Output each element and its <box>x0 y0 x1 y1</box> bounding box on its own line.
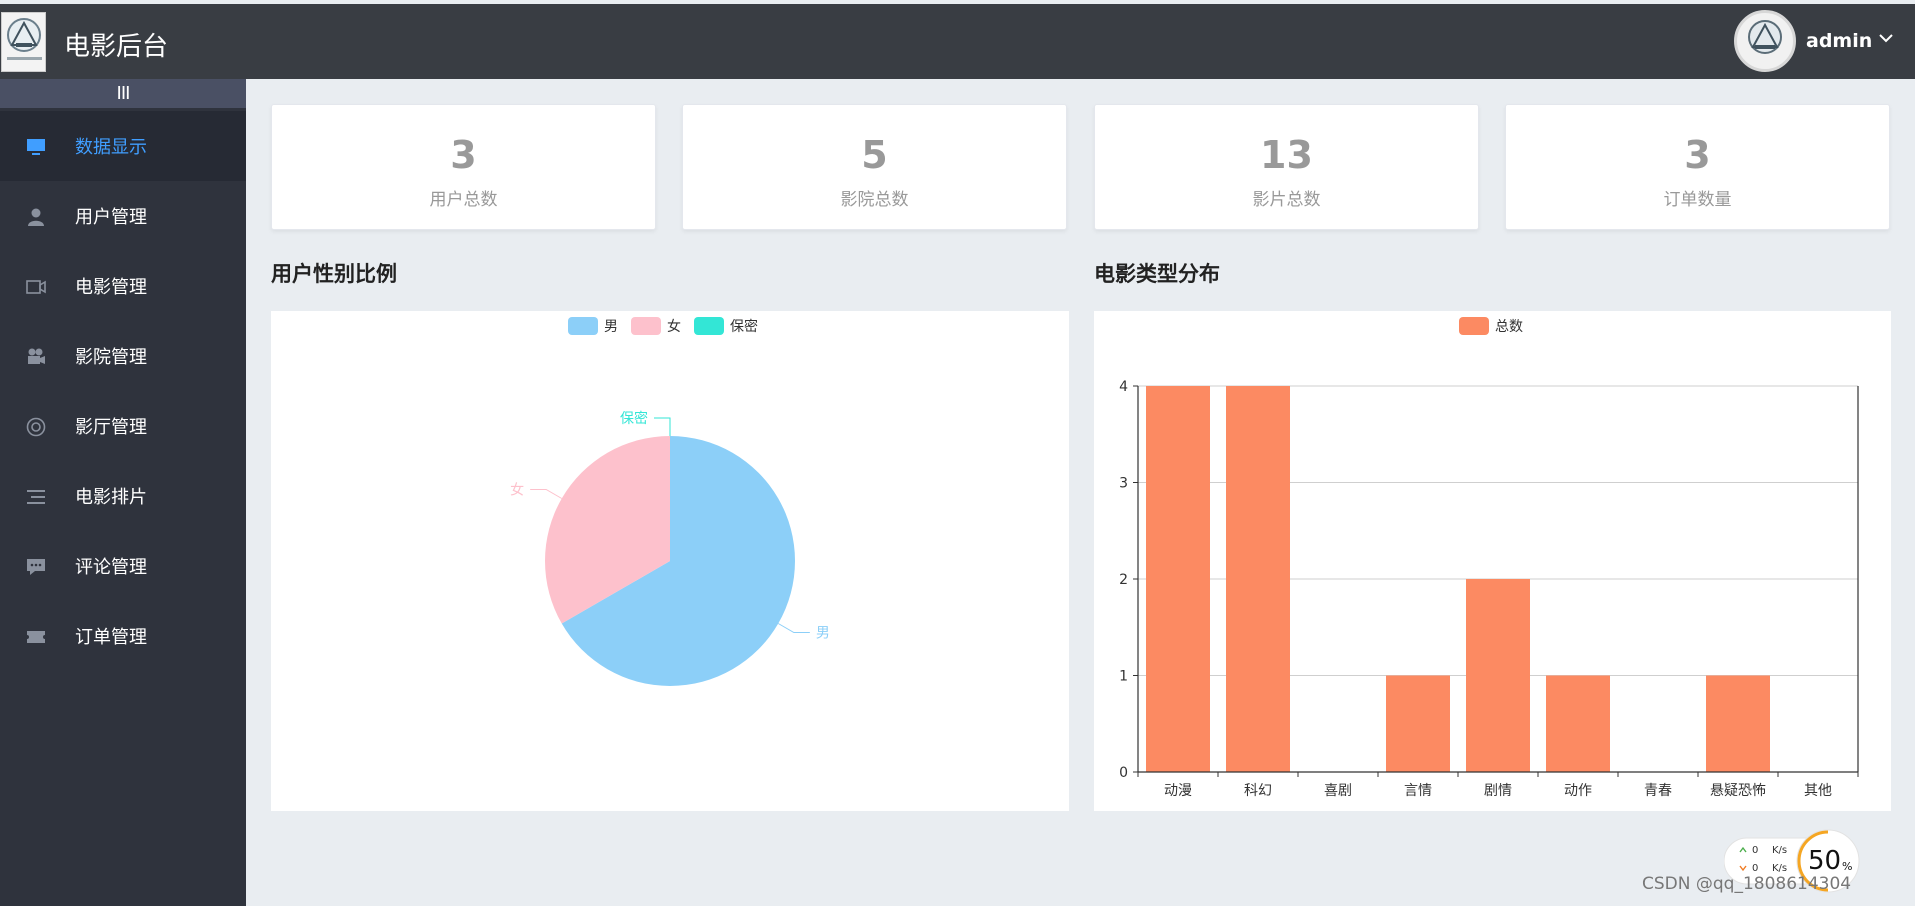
gender-pie-chart: 男女保密 男女保密 <box>510 317 830 686</box>
stat-card-cinemas: 5 影院总数 <box>682 104 1067 230</box>
sidebar-item-movies[interactable]: 电影管理 <box>0 251 246 321</box>
stat-value: 13 <box>1260 133 1313 177</box>
avatar[interactable] <box>1734 10 1796 72</box>
x-tick-label: 其他 <box>1804 783 1832 799</box>
sidebar-item-schedule[interactable]: 电影排片 <box>0 461 246 531</box>
stat-label: 用户总数 <box>429 190 498 210</box>
sidebar-item-halls[interactable]: 影厅管理 <box>0 391 246 461</box>
pie-slice-label: 保密 <box>620 410 648 427</box>
logo[interactable] <box>1 12 46 72</box>
y-tick-label: 4 <box>1119 379 1128 395</box>
x-tick-label: 剧情 <box>1484 783 1512 799</box>
legend-label[interactable]: 男 <box>604 319 618 335</box>
sidebar-item-label: 用户管理 <box>75 207 147 228</box>
legend-swatch[interactable] <box>694 317 724 335</box>
legend-swatch[interactable] <box>568 317 598 335</box>
stat-card-users: 3 用户总数 <box>271 104 656 230</box>
pie-label-line <box>530 489 562 499</box>
movie-camera-icon <box>28 348 45 364</box>
comment-icon <box>27 559 45 575</box>
y-tick-label: 0 <box>1119 765 1128 781</box>
x-tick-label: 科幻 <box>1244 783 1272 799</box>
bar[interactable] <box>1466 579 1530 772</box>
list-icon <box>27 490 45 504</box>
bar[interactable] <box>1546 675 1610 773</box>
x-tick-label: 动漫 <box>1164 783 1192 799</box>
stat-value: 3 <box>450 133 477 177</box>
legend-swatch[interactable] <box>1459 317 1489 335</box>
pie-label-line <box>654 417 671 436</box>
x-tick-label: 青春 <box>1644 783 1672 799</box>
avatar-icon <box>1748 20 1782 54</box>
sidebar-item-label: 电影排片 <box>75 487 147 508</box>
top-bar: 电影后台 admin <box>0 4 1915 79</box>
x-tick-label: 动作 <box>1564 783 1592 799</box>
sidebar-item-label: 评论管理 <box>75 557 147 578</box>
cpu-percent: 50 <box>1808 846 1842 876</box>
app-title: 电影后台 <box>64 32 169 62</box>
logo-icon <box>7 18 42 60</box>
x-tick-label: 言情 <box>1404 783 1432 799</box>
sidebar: III 数据显示 用户管理 电影管理 影院管理 影厅管理 电影排片 评论管理 订… <box>0 79 246 906</box>
pie-label-line <box>778 623 810 633</box>
pie-slice-label: 男 <box>816 626 830 642</box>
sidebar-item-label: 订单管理 <box>75 627 147 648</box>
gender-chart-title: 用户性别比例 <box>271 262 397 286</box>
y-tick-label: 2 <box>1119 572 1128 588</box>
sidebar-item-comments[interactable]: 评论管理 <box>0 531 246 601</box>
lifebuoy-icon <box>26 417 46 437</box>
sidebar-item-cinemas[interactable]: 影院管理 <box>0 321 246 391</box>
legend-label[interactable]: 女 <box>667 318 681 335</box>
sidebar-item-users[interactable]: 用户管理 <box>0 181 246 251</box>
bar[interactable] <box>1226 386 1290 772</box>
gender-chart-panel: 男女保密 男女保密 <box>271 311 1069 811</box>
upload-speed: 0 <box>1752 845 1759 856</box>
bar[interactable] <box>1706 675 1770 773</box>
x-tick-label: 悬疑恐怖 <box>1710 782 1766 799</box>
stat-label: 影院总数 <box>840 190 909 210</box>
y-tick-label: 3 <box>1119 476 1128 492</box>
monitor-icon <box>27 139 45 155</box>
download-speed: 0 <box>1752 863 1759 874</box>
watermark: CSDN @qq_1808614304 <box>1642 874 1852 894</box>
user-name[interactable]: admin <box>1806 30 1872 52</box>
chevron-down-icon[interactable] <box>1876 28 1896 48</box>
cpu-percent-unit: % <box>1842 860 1853 873</box>
bar[interactable] <box>1386 675 1450 773</box>
sidebar-item-label: 电影管理 <box>75 277 147 298</box>
download-unit: K/s <box>1772 863 1788 874</box>
legend-swatch[interactable] <box>631 317 661 335</box>
pie-slice-label: 女 <box>510 482 524 499</box>
stat-card-movies: 13 影片总数 <box>1094 104 1479 230</box>
stat-value: 5 <box>861 133 888 177</box>
y-tick-label: 1 <box>1119 669 1128 685</box>
legend-label[interactable]: 总数 <box>1495 319 1523 335</box>
legend-label[interactable]: 保密 <box>730 318 758 335</box>
sidebar-item-label: 数据显示 <box>75 137 147 158</box>
sidebar-item-orders[interactable]: 订单管理 <box>0 601 246 671</box>
stat-label: 影片总数 <box>1252 190 1321 210</box>
upload-unit: K/s <box>1772 845 1788 856</box>
collapse-toggle[interactable]: III <box>0 79 246 108</box>
ticket-icon <box>27 631 45 643</box>
sidebar-item-label: 影厅管理 <box>75 417 147 438</box>
x-tick-label: 喜剧 <box>1324 783 1352 799</box>
genre-bar-chart: 总数 0 1 2 3 4 动漫 科幻 喜剧 言情 剧情 动作 青春 悬疑恐怖 其他 <box>1119 317 1859 799</box>
stat-value: 3 <box>1684 133 1711 177</box>
sidebar-item-label: 影院管理 <box>75 347 147 368</box>
bar[interactable] <box>1146 386 1210 772</box>
stat-card-orders: 3 订单数量 <box>1505 104 1890 230</box>
video-camera-icon <box>26 280 46 294</box>
user-icon <box>28 208 44 226</box>
sidebar-item-data-display[interactable]: 数据显示 <box>0 111 246 181</box>
genre-chart-title: 电影类型分布 <box>1094 262 1220 286</box>
genre-chart-panel: 总数 0 1 2 3 4 动漫 科幻 喜剧 言情 剧情 动作 青春 悬疑恐怖 其他 <box>1094 311 1891 811</box>
stat-label: 订单数量 <box>1663 190 1732 210</box>
